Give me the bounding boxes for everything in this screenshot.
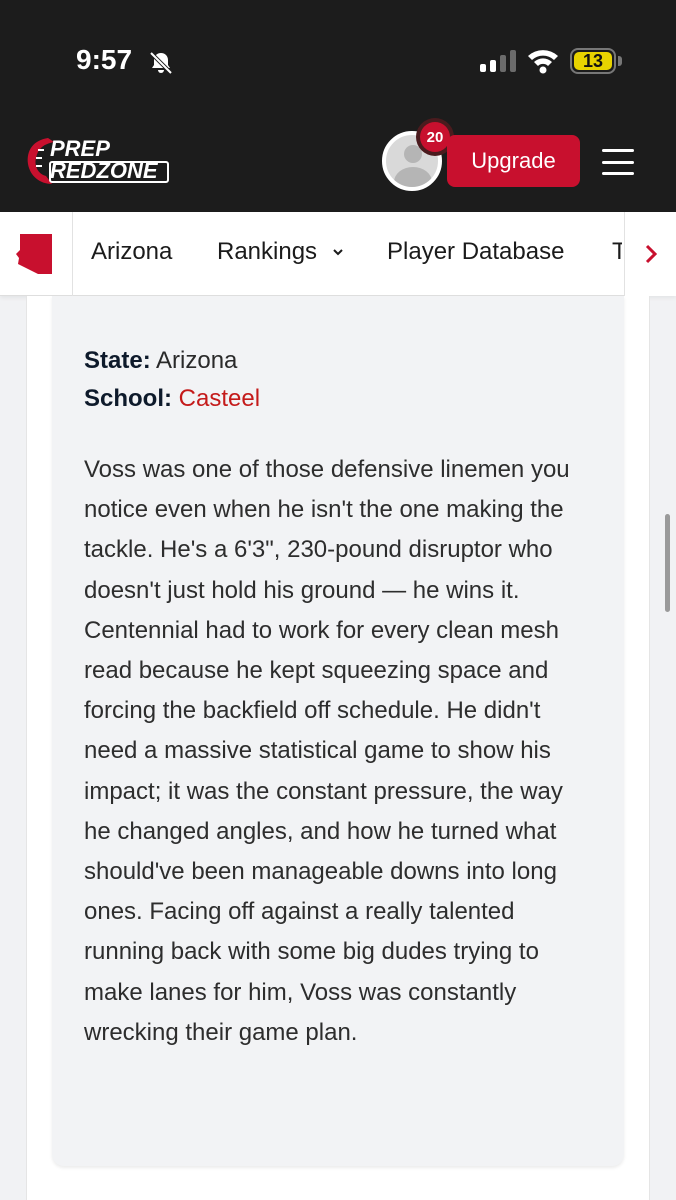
page-scrollbar[interactable] [665, 514, 670, 612]
battery-level: 13 [574, 51, 612, 71]
hamburger-menu-icon[interactable] [602, 149, 634, 175]
school-link[interactable]: Casteel [179, 385, 260, 412]
subnav-item-arizona[interactable]: Arizona [91, 238, 172, 266]
chevron-down-icon [333, 249, 343, 256]
battery-icon: 13 [570, 48, 616, 74]
subnav-item-player-database[interactable]: Player Database [387, 238, 564, 266]
article-body: Voss was one of those defensive linemen … [84, 456, 570, 1046]
signal-icon [480, 50, 516, 72]
state-field: State: Arizona [84, 347, 237, 375]
subnav-scroll-button[interactable] [624, 212, 676, 296]
school-label: School: [84, 385, 172, 412]
wifi-icon [528, 50, 558, 74]
battery-tip [618, 56, 622, 66]
subnav-item-truncated[interactable]: T [612, 238, 622, 266]
arizona-state-icon[interactable] [14, 232, 56, 276]
avatar-head [404, 145, 422, 163]
chevron-right-icon [645, 244, 657, 264]
logo-text: PREP REDZONE [50, 138, 158, 182]
upgrade-button[interactable]: Upgrade [447, 135, 580, 187]
bell-slash-icon [149, 51, 173, 75]
school-field: School: Casteel [84, 385, 260, 413]
logo-line-2: REDZONE [50, 158, 158, 183]
state-label: State: [84, 347, 151, 374]
status-time: 9:57 [76, 44, 133, 75]
state-value: Arizona [156, 347, 238, 374]
notification-badge[interactable]: 20 [420, 122, 450, 152]
subnav-item-rankings[interactable]: Rankings [217, 238, 317, 266]
subnav-divider [72, 212, 73, 296]
logo-line-1: PREP [50, 136, 110, 161]
